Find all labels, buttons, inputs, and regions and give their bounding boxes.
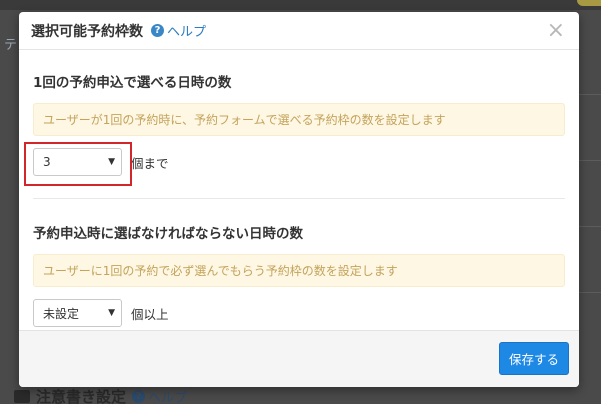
min-required-wrap: 未設定 ▼ bbox=[33, 299, 122, 327]
min-required-select[interactable]: 未設定 ▼ bbox=[33, 299, 122, 327]
modal-header: 選択可能予約枠数 ? ヘルプ × bbox=[19, 12, 579, 50]
selectable-slots-modal: 選択可能予約枠数 ? ヘルプ × 1回の予約申込で選べる日時の数 ユーザーが1回… bbox=[19, 12, 579, 387]
modal-title: 選択可能予約枠数 bbox=[31, 23, 143, 40]
caret-down-icon: ▼ bbox=[108, 308, 115, 318]
caret-down-icon: ▼ bbox=[108, 157, 115, 167]
max-selectable-row: 3 ▼ 個まで bbox=[24, 142, 565, 186]
help-label: ヘルプ bbox=[167, 25, 207, 40]
background-help-label: ヘルプ bbox=[148, 391, 188, 404]
comment-icon bbox=[14, 390, 30, 403]
background-tab-fragment: テ bbox=[4, 38, 18, 53]
max-selectable-unit: 個まで bbox=[131, 155, 169, 171]
help-icon: ? bbox=[132, 390, 146, 403]
background-section-header: 注意書き設定 ? ヘルプ bbox=[14, 386, 187, 404]
save-button[interactable]: 保存する bbox=[499, 342, 569, 375]
modal-footer: 保存する bbox=[19, 330, 579, 387]
max-selectable-highlight: 3 ▼ bbox=[24, 142, 132, 186]
help-icon: ? bbox=[151, 24, 164, 37]
background-divider bbox=[579, 94, 601, 95]
background-section-title: 注意書き設定 bbox=[36, 388, 127, 404]
background-top-bar bbox=[0, 0, 601, 10]
max-selectable-info: ユーザーが1回の予約時に、予約フォームで選べる予約枠の数を設定します bbox=[33, 103, 565, 136]
background-divider bbox=[579, 292, 601, 293]
section-divider bbox=[33, 198, 565, 199]
background-divider bbox=[579, 160, 601, 161]
max-selectable-value: 3 bbox=[43, 155, 51, 169]
min-required-row: 未設定 ▼ 個以上 bbox=[33, 299, 565, 327]
background-help-link: ? ヘルプ bbox=[132, 387, 187, 404]
min-required-title: 予約申込時に選ばなければならない日時の数 bbox=[33, 226, 303, 242]
min-required-unit: 個以上 bbox=[131, 306, 169, 322]
background-badge bbox=[577, 0, 601, 6]
modal-body: 1回の予約申込で選べる日時の数 ユーザーが1回の予約時に、予約フォームで選べる予… bbox=[19, 71, 579, 327]
min-required-value: 未設定 bbox=[43, 306, 80, 321]
background-divider bbox=[579, 226, 601, 227]
max-selectable-select[interactable]: 3 ▼ bbox=[33, 148, 122, 176]
help-link[interactable]: ? ヘルプ bbox=[151, 21, 206, 40]
min-required-info: ユーザーに1回の予約で必ず選んでもらう予約枠の数を設定します bbox=[33, 254, 565, 287]
close-icon[interactable]: × bbox=[547, 20, 565, 42]
max-selectable-title: 1回の予約申込で選べる日時の数 bbox=[33, 75, 232, 91]
